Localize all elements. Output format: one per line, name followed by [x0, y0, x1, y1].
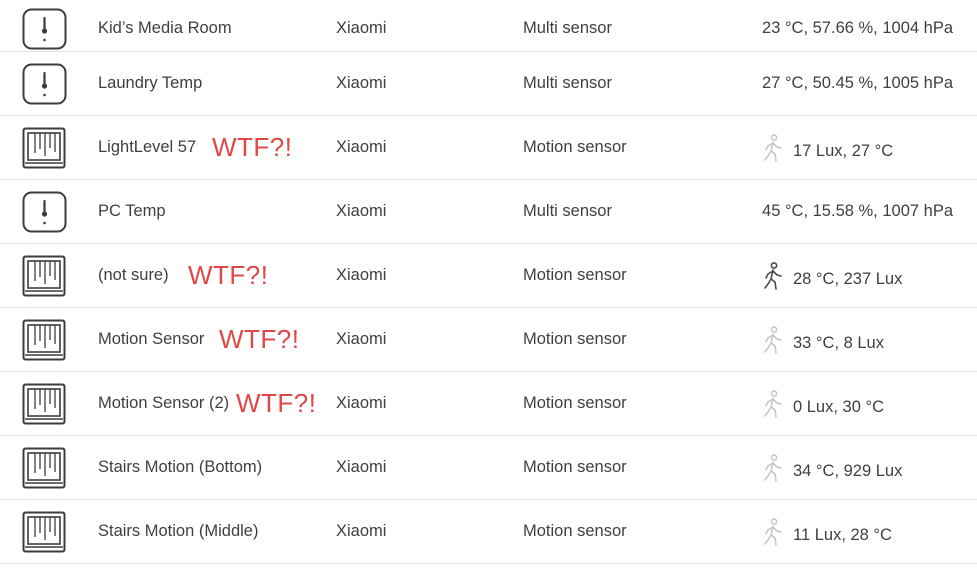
device-state: 45 °C, 15.58 %, 1007 hPa — [762, 202, 953, 220]
device-state-text: 28 °C, 237 Lux — [793, 270, 903, 288]
device-name: PC Temp — [98, 202, 166, 220]
device-manufacturer: Xiaomi — [336, 458, 387, 476]
wtf-annotation: WTF?! — [212, 132, 293, 162]
device-type: Motion sensor — [523, 138, 627, 156]
motion-sensor-icon — [22, 255, 66, 297]
device-icon-cell — [0, 0, 90, 51]
device-icon-cell — [0, 372, 90, 435]
device-name: Kid’s Media Room — [98, 19, 232, 37]
thermometer-sensor-icon — [22, 8, 67, 50]
device-type: Multi sensor — [523, 74, 612, 92]
thermometer-sensor-icon — [22, 63, 67, 105]
device-icon-cell — [0, 180, 90, 243]
device-state-text: 17 Lux, 27 °C — [793, 142, 894, 160]
device-icon-cell — [0, 52, 90, 115]
walking-person-icon — [764, 326, 782, 354]
device-row[interactable]: Kid’s Media Room Xiaomi Multi sensor 23 … — [0, 0, 977, 52]
device-state: 11 Lux, 28 °C — [762, 518, 892, 546]
device-manufacturer: Xiaomi — [336, 19, 387, 37]
motion-sensor-icon — [22, 383, 66, 425]
device-table: Kid’s Media Room Xiaomi Multi sensor 23 … — [0, 0, 977, 564]
device-type: Multi sensor — [523, 19, 612, 37]
device-state: 27 °C, 50.45 %, 1005 hPa — [762, 74, 953, 92]
device-icon-cell — [0, 436, 90, 499]
device-row[interactable]: Stairs Motion (Bottom) Xiaomi Motion sen… — [0, 436, 977, 500]
walking-person-icon — [764, 134, 782, 162]
device-manufacturer: Xiaomi — [336, 74, 387, 92]
device-state: 34 °C, 929 Lux — [762, 454, 902, 482]
device-icon-cell — [0, 116, 90, 179]
device-type: Motion sensor — [523, 394, 627, 412]
device-name: Motion Sensor (2) — [98, 394, 230, 412]
device-row[interactable]: Motion Sensor (2) WTF?! Xiaomi Motion se… — [0, 372, 977, 436]
device-name: Stairs Motion (Bottom) — [98, 458, 263, 476]
device-type: Motion sensor — [523, 458, 627, 476]
device-row[interactable]: Stairs Motion (Middle) Xiaomi Motion sen… — [0, 500, 977, 564]
walking-person-icon — [764, 390, 782, 418]
device-manufacturer: Xiaomi — [336, 138, 387, 156]
device-icon-cell — [0, 500, 90, 563]
device-row[interactable]: (not sure) WTF?! Xiaomi Motion sensor 28… — [0, 244, 977, 308]
device-state: 33 °C, 8 Lux — [762, 326, 884, 354]
walking-person-icon — [764, 262, 782, 290]
device-row[interactable]: LightLevel 57 WTF?! Xiaomi Motion sensor… — [0, 116, 977, 180]
device-state-text: 11 Lux, 28 °C — [793, 526, 892, 544]
device-name: Laundry Temp — [98, 74, 203, 92]
device-name: Stairs Motion (Middle) — [98, 522, 259, 540]
thermometer-sensor-icon — [22, 191, 67, 233]
motion-sensor-icon — [22, 319, 66, 361]
device-manufacturer: Xiaomi — [336, 266, 387, 284]
device-name: LightLevel 57 — [98, 138, 197, 156]
motion-sensor-icon — [22, 447, 66, 489]
device-manufacturer: Xiaomi — [336, 394, 387, 412]
device-state-text: 33 °C, 8 Lux — [793, 334, 884, 352]
motion-sensor-icon — [22, 127, 66, 169]
device-state: 28 °C, 237 Lux — [762, 262, 902, 290]
device-state: 23 °C, 57.66 %, 1004 hPa — [762, 19, 953, 37]
device-icon-cell — [0, 308, 90, 371]
device-manufacturer: Xiaomi — [336, 202, 387, 220]
device-icon-cell — [0, 244, 90, 307]
walking-person-icon — [764, 518, 782, 546]
device-name: Motion Sensor — [98, 330, 205, 348]
device-name: (not sure) — [98, 266, 169, 284]
device-state-text: 0 Lux, 30 °C — [793, 398, 884, 416]
device-row[interactable]: Laundry Temp Xiaomi Multi sensor 27 °C, … — [0, 52, 977, 116]
device-type: Multi sensor — [523, 202, 612, 220]
wtf-annotation: WTF?! — [188, 260, 269, 290]
wtf-annotation: WTF?! — [219, 324, 300, 354]
device-row[interactable]: Motion Sensor WTF?! Xiaomi Motion sensor… — [0, 308, 977, 372]
device-type: Motion sensor — [523, 330, 627, 348]
device-state: 0 Lux, 30 °C — [762, 390, 884, 418]
device-type: Motion sensor — [523, 522, 627, 540]
device-type: Motion sensor — [523, 266, 627, 284]
wtf-annotation: WTF?! — [236, 388, 317, 418]
device-manufacturer: Xiaomi — [336, 522, 387, 540]
device-manufacturer: Xiaomi — [336, 330, 387, 348]
walking-person-icon — [764, 454, 782, 482]
device-state: 17 Lux, 27 °C — [762, 134, 893, 162]
device-row[interactable]: PC Temp Xiaomi Multi sensor 45 °C, 15.58… — [0, 180, 977, 244]
motion-sensor-icon — [22, 511, 66, 553]
device-state-text: 34 °C, 929 Lux — [793, 462, 903, 480]
